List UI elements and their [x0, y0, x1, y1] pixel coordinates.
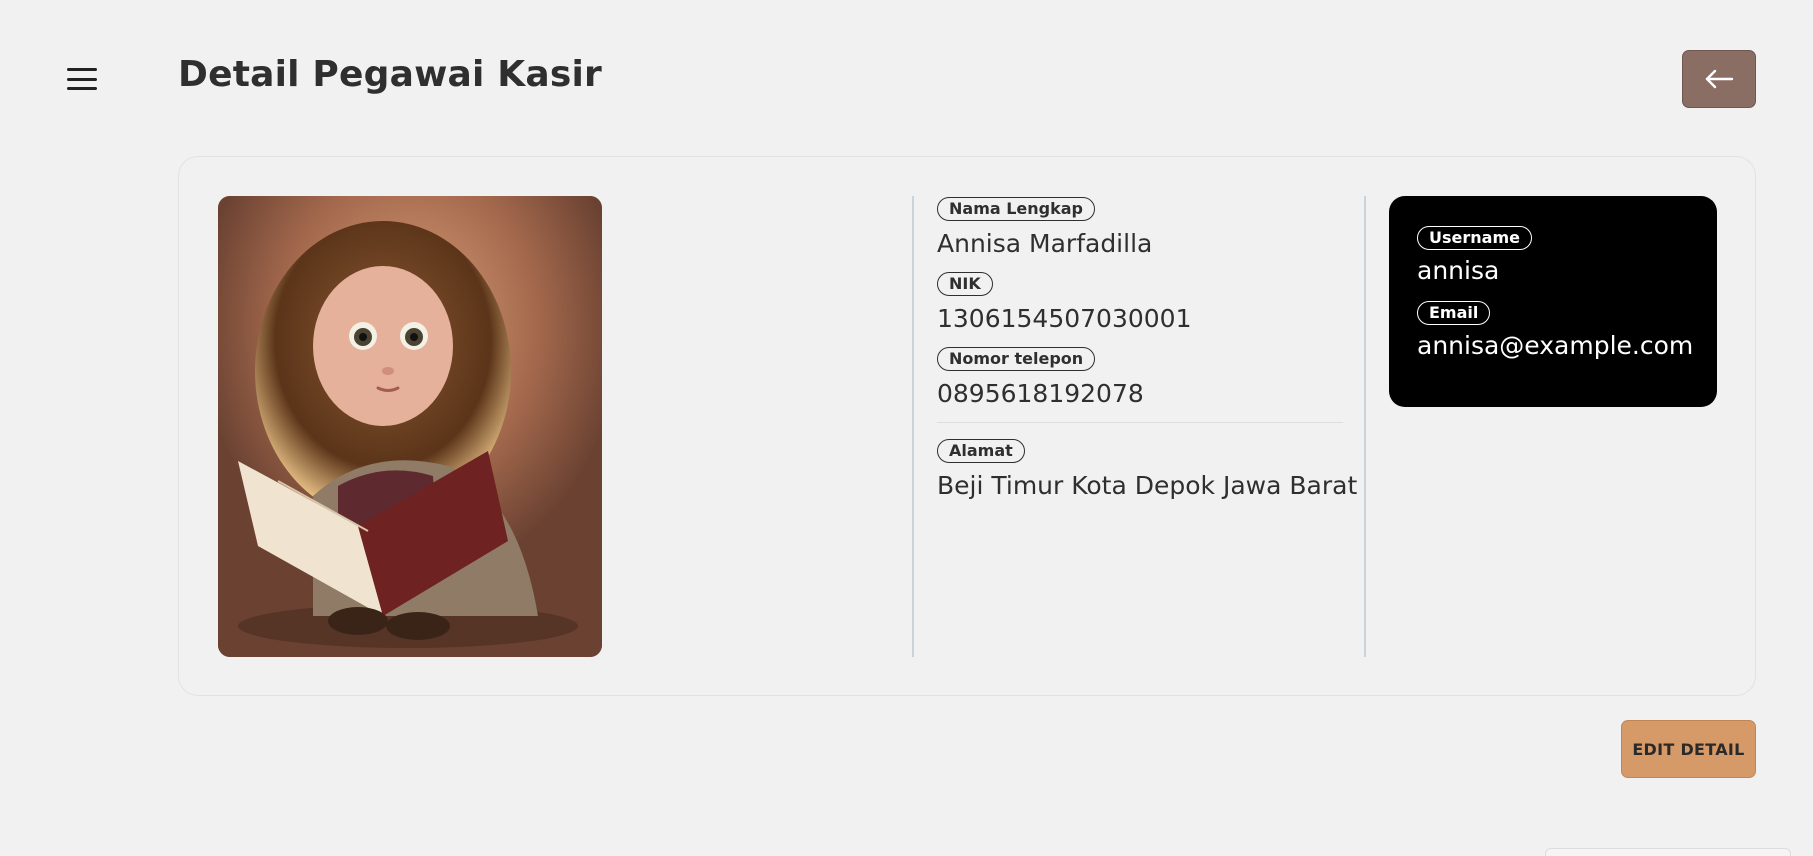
page: Detail Pegawai Kasir Nama Lengkap Annisa… [0, 0, 1813, 856]
full-name-label: Nama Lengkap [937, 197, 1096, 221]
bottom-panel-edge [1545, 848, 1791, 856]
email-field: Email annisa@example.com [1417, 301, 1694, 360]
phone-field: Nomor telepon 0895618192078 [937, 347, 1343, 408]
edit-detail-button[interactable]: EDIT DETAIL [1621, 720, 1756, 778]
nik-label: NIK [937, 272, 993, 296]
menu-bar [67, 87, 97, 90]
account-panel: Username annisa Email annisa@example.com [1389, 196, 1717, 407]
email-value: annisa@example.com [1417, 331, 1694, 360]
username-label: Username [1417, 226, 1532, 250]
employee-detail-card: Nama Lengkap Annisa Marfadilla NIK 13061… [178, 156, 1756, 696]
full-name-value: Annisa Marfadilla [937, 229, 1153, 258]
arrow-left-icon [1705, 69, 1734, 89]
page-title: Detail Pegawai Kasir [178, 54, 603, 95]
full-name-field: Nama Lengkap Annisa Marfadilla [937, 197, 1343, 258]
employee-photo-illustration [218, 196, 602, 657]
address-label: Alamat [937, 439, 1025, 463]
address-value: Beji Timur Kota Depok Jawa Barat [937, 471, 1358, 500]
phone-label: Nomor telepon [937, 347, 1096, 371]
employee-photo [218, 196, 602, 657]
username-value: annisa [1417, 256, 1500, 285]
nik-value: 1306154507030001 [937, 304, 1192, 333]
phone-value: 0895618192078 [937, 379, 1144, 408]
nik-field: NIK 1306154507030001 [937, 272, 1343, 333]
address-field: Alamat Beji Timur Kota Depok Jawa Barat [937, 439, 1358, 500]
menu-bar [67, 68, 97, 71]
vertical-divider [1364, 196, 1366, 657]
email-label: Email [1417, 301, 1491, 325]
info-separator [937, 422, 1343, 423]
username-field: Username annisa [1417, 226, 1689, 285]
vertical-divider [912, 196, 914, 657]
back-button[interactable] [1682, 50, 1756, 108]
menu-bar [67, 77, 97, 81]
personal-info: Nama Lengkap Annisa Marfadilla NIK 13061… [937, 197, 1358, 514]
hamburger-menu-icon[interactable] [62, 64, 102, 94]
